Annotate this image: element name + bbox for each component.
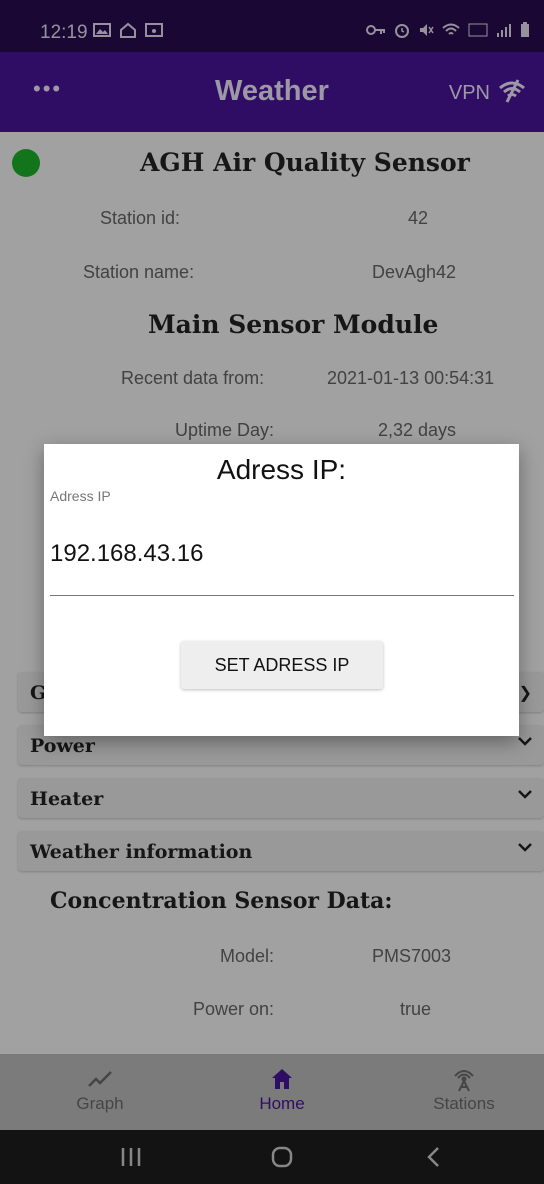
station-id-label: Station id:: [100, 208, 181, 228]
home-system-icon[interactable]: [270, 1145, 294, 1169]
model-label: Model:: [220, 946, 275, 966]
station-name-label: Station name:: [83, 262, 195, 282]
system-navigation-bar: [0, 1130, 544, 1184]
station-id-value: 42: [408, 208, 429, 228]
volte-icon: [468, 23, 488, 37]
uptime-label: Uptime Day:: [175, 420, 275, 440]
antenna-icon: [454, 1070, 474, 1092]
status-bar: 12:19: [0, 0, 544, 52]
vpn-button[interactable]: VPN: [449, 82, 490, 105]
expander-weather-information[interactable]: Weather information: [18, 831, 544, 871]
power-on-label: Power on:: [193, 999, 275, 1019]
status-icons-right: [366, 22, 530, 38]
chevron-down-icon: [518, 843, 532, 852]
home-icon: [120, 22, 136, 38]
concentration-title: Concentration Sensor Data:: [50, 888, 393, 914]
chevron-down-icon: ❯: [518, 685, 532, 702]
nav-stations-label: Stations: [433, 1094, 495, 1113]
set-ip-button[interactable]: SET ADRESS IP: [181, 641, 383, 689]
main-module-title: Main Sensor Module: [148, 310, 439, 339]
alarm-icon: [395, 24, 409, 38]
model-value: PMS7003: [372, 946, 452, 966]
dialog-title: Adress IP:: [216, 454, 347, 485]
key-icon: [366, 25, 385, 35]
signal-icon: [497, 24, 511, 37]
ip-address-dialog: Adress IP: Adress IP 192.168.43.16 SET A…: [44, 444, 519, 736]
app-bar: ••• Weather VPN: [0, 52, 544, 132]
ip-field-underline: [50, 595, 514, 596]
recent-data-value: 2021-01-13 00:54:31: [327, 368, 495, 388]
nav-home-label: Home: [259, 1094, 305, 1113]
expander-label: Power: [30, 735, 95, 757]
station-name-value: DevAgh42: [372, 262, 457, 282]
ip-address-input[interactable]: 192.168.43.16: [50, 540, 203, 568]
nav-graph[interactable]: Graph: [10, 1054, 190, 1130]
connection-status-dot: [12, 149, 40, 177]
mute-icon: [420, 24, 434, 36]
expander-label: Heater: [30, 788, 104, 810]
status-icons-left: [93, 22, 163, 38]
chart-line-icon: [88, 1071, 112, 1087]
chevron-down-icon: [518, 790, 532, 799]
recent-apps-icon[interactable]: [120, 1146, 142, 1168]
uptime-value: 2,32 days: [378, 420, 457, 440]
nav-stations[interactable]: Stations: [374, 1054, 544, 1130]
ip-field-label: Adress IP: [50, 488, 111, 504]
wifi-off-icon[interactable]: [498, 76, 526, 104]
battery-icon: [521, 22, 529, 37]
expander-heater[interactable]: Heater: [18, 778, 544, 818]
power-on-value: true: [400, 999, 432, 1019]
bottom-navigation: Graph Home Stations: [0, 1054, 544, 1130]
nav-home[interactable]: Home: [192, 1054, 372, 1130]
nav-graph-label: Graph: [76, 1094, 124, 1113]
recent-data-label: Recent data from:: [121, 368, 265, 388]
chevron-down-icon: [518, 737, 532, 746]
status-time: 12:19: [40, 22, 88, 43]
wifi-status-icon: [442, 23, 460, 35]
home-icon: [272, 1069, 292, 1089]
back-icon[interactable]: [425, 1145, 441, 1169]
image-icon: [93, 23, 111, 37]
station-title: AGH Air Quality Sensor: [140, 148, 470, 177]
cast-icon: [145, 23, 163, 37]
expander-label: Weather information: [30, 841, 253, 863]
